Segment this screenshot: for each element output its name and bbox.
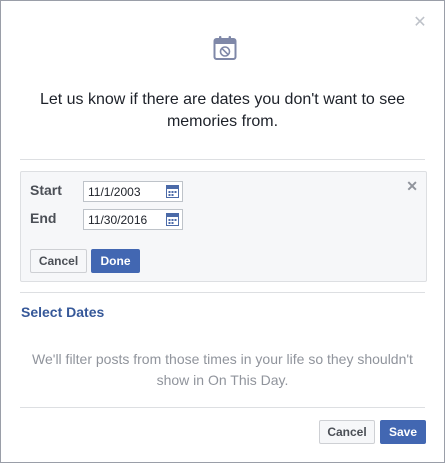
start-date-input[interactable]: 11/1/2003 — [83, 181, 183, 202]
calendar-picker-icon[interactable] — [166, 185, 179, 198]
select-dates-title[interactable]: Select Dates — [21, 304, 104, 320]
range-cancel-button[interactable]: Cancel — [30, 249, 87, 273]
calendar-picker-icon[interactable] — [166, 213, 179, 226]
calendar-icon — [213, 36, 237, 60]
end-label: End — [30, 210, 57, 226]
end-date-value: 11/30/2016 — [88, 213, 148, 227]
divider — [20, 292, 425, 293]
start-date-value: 11/1/2003 — [88, 185, 141, 199]
dialog-headline: Let us know if there are dates you don't… — [39, 91, 406, 130]
divider — [20, 407, 425, 408]
end-date-input[interactable]: 11/30/2016 — [83, 209, 183, 230]
start-label: Start — [30, 182, 62, 198]
info-text: We'll filter posts from those times in y… — [32, 351, 413, 388]
close-icon[interactable]: ✕ — [412, 15, 428, 31]
remove-range-icon[interactable]: ✕ — [406, 178, 418, 195]
divider — [20, 159, 425, 160]
save-button[interactable]: Save — [380, 420, 426, 444]
cancel-button[interactable]: Cancel — [319, 420, 375, 444]
date-range-panel: ✕ Start 11/1/2003 End 11/30/2016 Cancel … — [20, 171, 427, 282]
memories-dates-dialog: ✕ Let us know if there are dates you don… — [0, 0, 445, 463]
done-button[interactable]: Done — [91, 249, 140, 273]
